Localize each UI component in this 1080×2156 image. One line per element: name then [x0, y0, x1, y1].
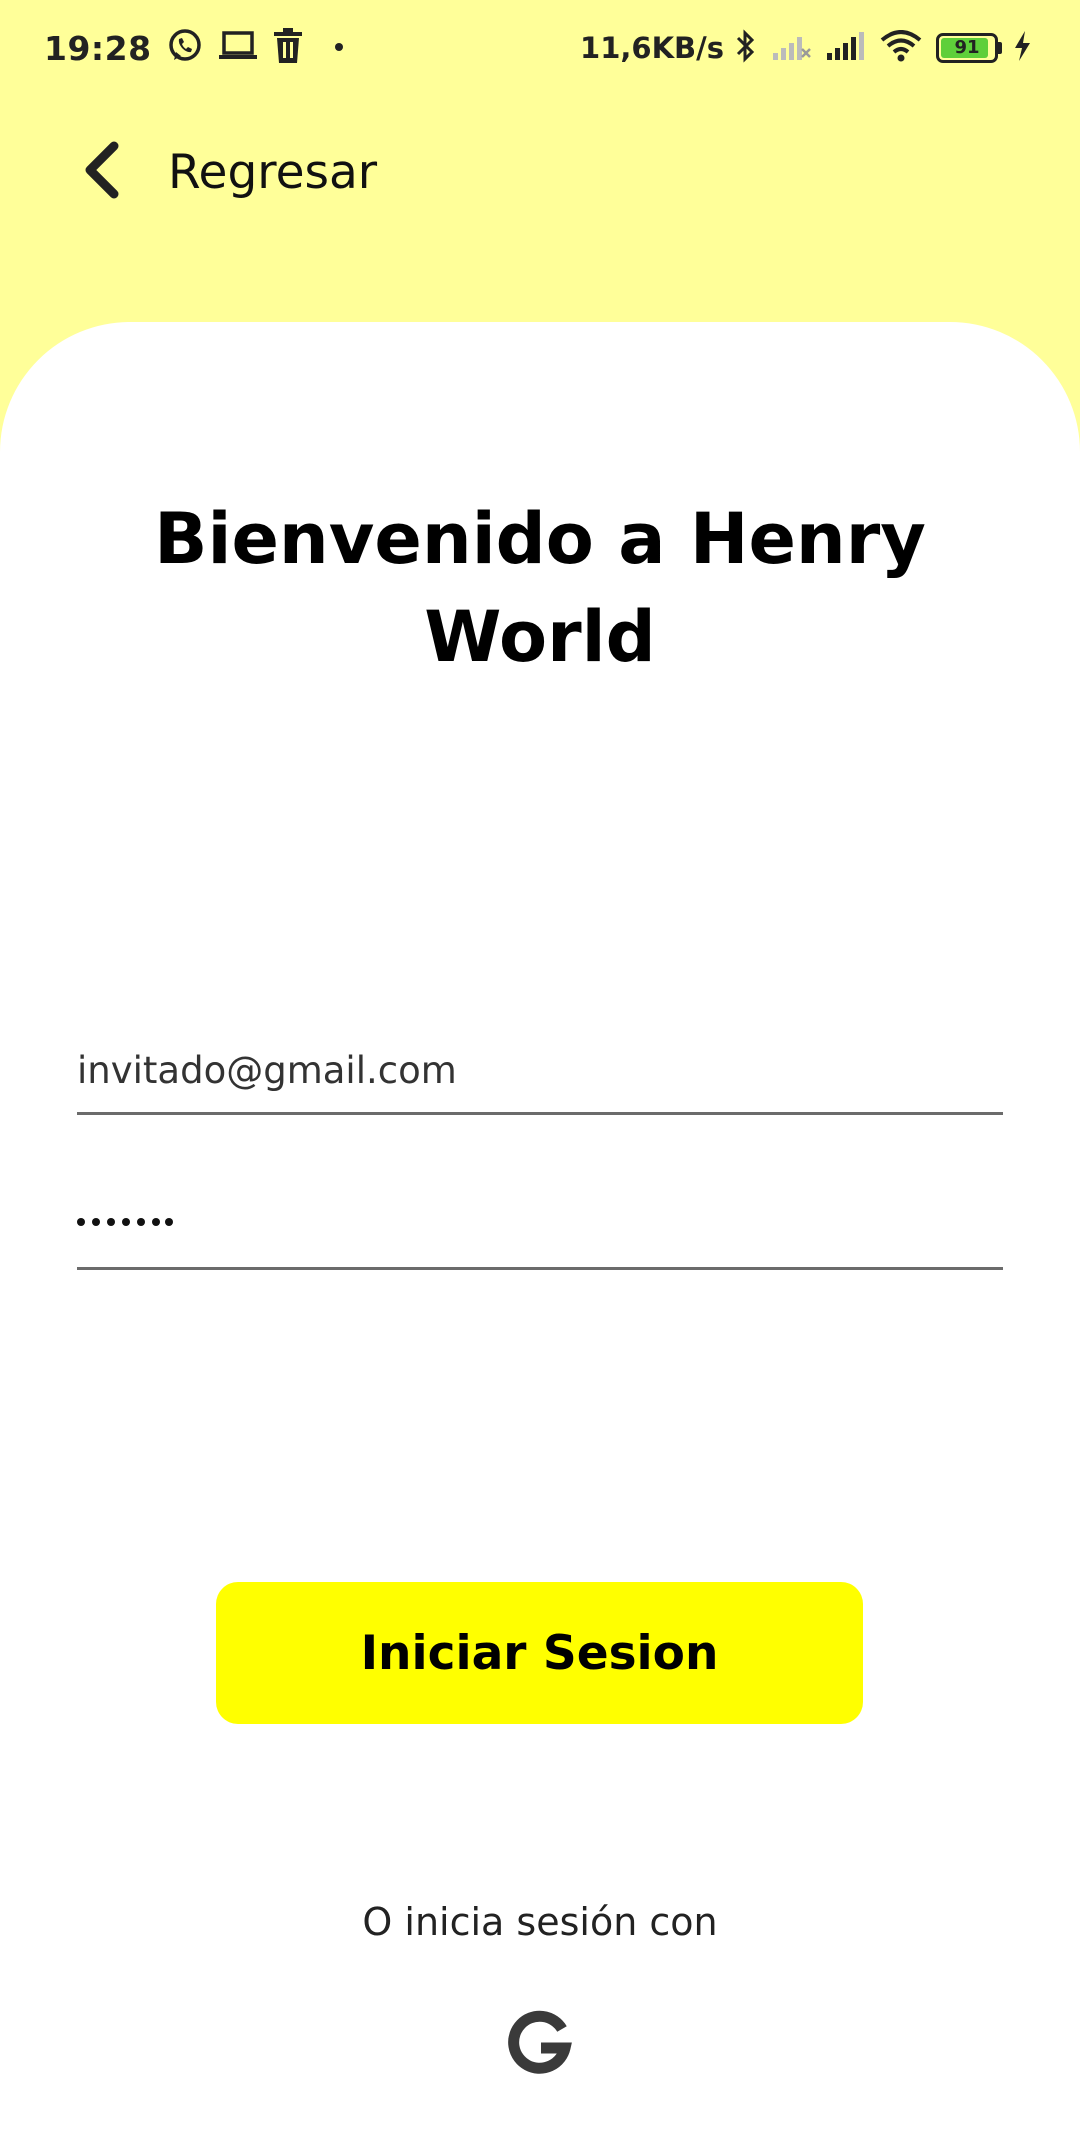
text-caret	[165, 1218, 173, 1226]
password-dot	[107, 1218, 115, 1226]
password-value	[77, 1197, 180, 1247]
login-label: Iniciar Sesion	[360, 1625, 719, 1681]
signal-off-icon	[772, 31, 812, 66]
trash-icon	[272, 27, 304, 69]
alt-login-text: O inicia sesión con	[362, 1900, 718, 1944]
chevron-left-icon	[80, 140, 124, 205]
password-dot	[152, 1218, 160, 1226]
login-button[interactable]: Iniciar Sesion	[216, 1582, 863, 1724]
charging-icon	[1012, 30, 1032, 67]
password-dot	[137, 1218, 145, 1226]
google-icon	[505, 2010, 575, 2082]
wifi-icon	[880, 29, 922, 67]
network-speed: 11,6KB/s	[580, 31, 724, 65]
battery-icon: 91	[936, 33, 998, 63]
password-dot	[92, 1218, 100, 1226]
back-label: Regresar	[168, 144, 378, 200]
status-bar-left: 19:28	[44, 24, 344, 72]
page-title: Bienvenido a Henry World	[154, 498, 926, 678]
battery-cap	[998, 42, 1002, 54]
battery-level: 91	[954, 37, 980, 58]
password-dot	[122, 1218, 130, 1226]
password-field[interactable]	[77, 1180, 1003, 1270]
dot-icon	[334, 39, 344, 57]
laptop-icon	[218, 29, 258, 68]
bluetooth-icon	[734, 28, 758, 69]
password-dot	[77, 1218, 85, 1226]
status-time: 19:28	[44, 28, 152, 68]
google-login-button[interactable]	[505, 2008, 575, 2078]
whatsapp-icon	[166, 27, 204, 70]
status-bar-right: 11,6KB/s 91	[580, 24, 1032, 72]
email-value: invitado@gmail.com	[77, 1049, 457, 1092]
back-button[interactable]: Regresar	[80, 132, 377, 212]
email-field[interactable]: invitado@gmail.com	[77, 1025, 1003, 1115]
status-bar: 19:28 11,6KB/s 91	[0, 0, 1080, 96]
signal-icon	[826, 31, 866, 66]
